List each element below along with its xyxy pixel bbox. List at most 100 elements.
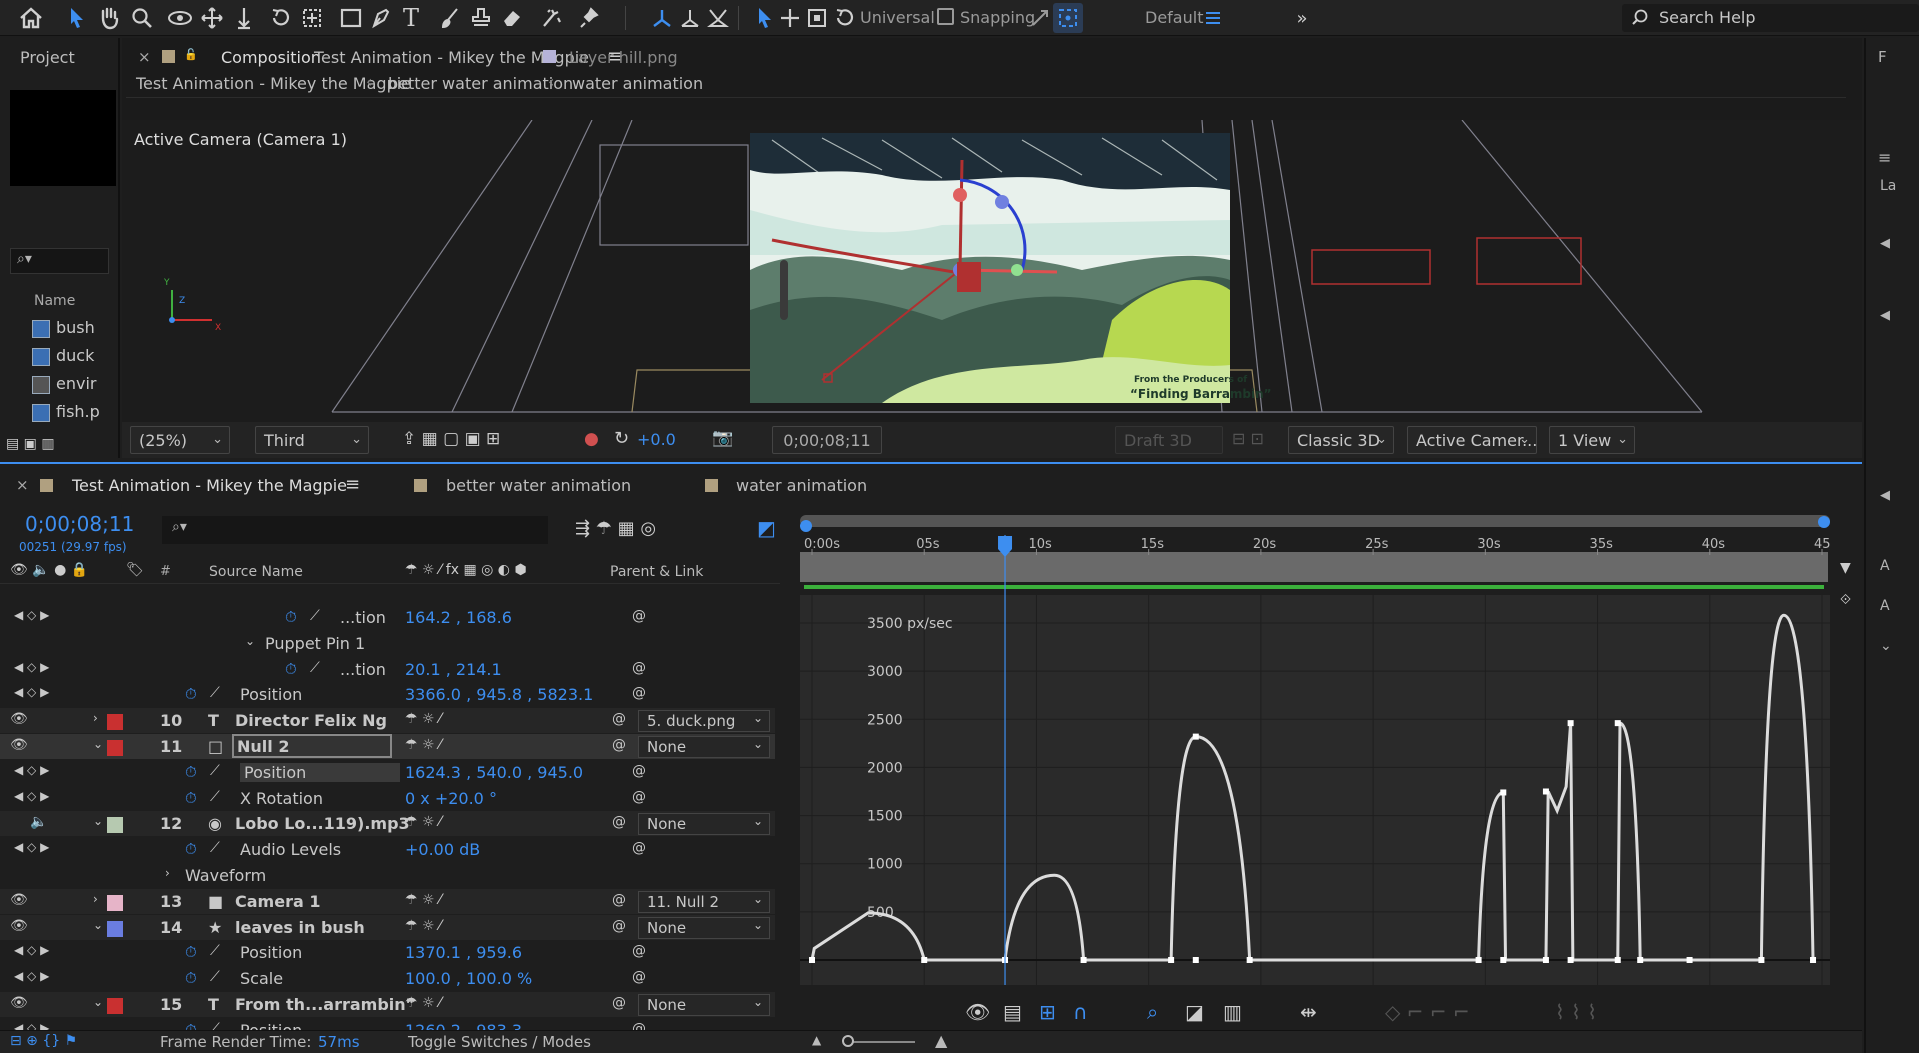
collapse-left-icon[interactable]: ◀ xyxy=(1880,488,1890,503)
property-group-row[interactable]: ⌄ Puppet Pin 1 xyxy=(0,631,775,656)
dolly-camera-icon[interactable] xyxy=(229,3,259,33)
layer-switch-icons[interactable]: ☂ ☼ ⁄ xyxy=(405,995,441,1011)
comp-viewer[interactable]: Active Camera (Camera 1) From the Produc… xyxy=(122,120,1862,422)
project-footer-icons[interactable]: ▤ ▣ ▥ xyxy=(6,436,116,456)
property-row[interactable]: ◀ ◇ ▶ ⏱ ⟋ X Rotation 0 x +20.0 ° @ xyxy=(0,786,775,811)
expression-icon[interactable]: @ xyxy=(632,685,646,701)
keyframe-interp-icons[interactable]: ◇ ⌐ ⌐ ⌐ xyxy=(1385,1000,1470,1024)
3d-move-icon[interactable] xyxy=(775,3,805,33)
property-value[interactable]: 1370.1 , 959.6 xyxy=(405,943,522,962)
zoom-dropdown[interactable]: (25%) ⌄ xyxy=(130,426,230,454)
project-search-input[interactable]: ⌕▾ xyxy=(10,248,109,274)
panel-menu-icon[interactable]: ≡ xyxy=(1878,148,1891,167)
hand-tool-icon[interactable] xyxy=(94,3,124,33)
eraser-tool-icon[interactable] xyxy=(497,3,527,33)
property-row[interactable]: ◀ ◇ ▶ ⏱ ⟋ Position 1624.3 , 540.0 , 945.0 @ xyxy=(0,760,775,785)
layer-name[interactable]: leaves in bush xyxy=(235,918,365,937)
fit-selection-icon[interactable]: ⌕ xyxy=(1147,1000,1158,1024)
chevron-down-icon[interactable]: ⌄ xyxy=(1880,638,1892,654)
rotation-tool-icon[interactable] xyxy=(266,3,296,33)
layer-name[interactable]: From th...arrambin" xyxy=(235,995,414,1014)
expression-icon[interactable]: @ xyxy=(632,660,646,676)
resolution-dropdown[interactable]: Third ⌄ xyxy=(255,426,369,454)
workspace-label[interactable]: Default xyxy=(1145,8,1203,27)
layer-switch-icons[interactable]: ☂ ☼ ⁄ xyxy=(405,814,441,830)
exposure-reset-icon[interactable]: ↻ xyxy=(614,428,629,449)
layer-switch-icons[interactable]: ☂ ☼ ⁄ fx ▦ ◎ ◐ ⬢ xyxy=(405,562,527,578)
snap-grid-icon[interactable] xyxy=(1053,3,1083,33)
keyframe-nav-icons[interactable]: ◀ ◇ ▶ xyxy=(14,660,49,674)
label-color-swatch[interactable] xyxy=(107,740,123,756)
visibility-eye-icon[interactable]: 👁 xyxy=(10,737,28,753)
world-axis-icon[interactable] xyxy=(675,3,705,33)
close-icon[interactable]: × xyxy=(138,48,151,66)
property-value[interactable]: 0 x +20.0 ° xyxy=(405,789,497,808)
lock-icon[interactable]: 🔓 xyxy=(184,48,198,61)
property-row[interactable]: ◀ ◇ ▶ ⏱ ⟋ Position 1370.1 , 959.6 @ xyxy=(0,940,775,965)
pickwhip-icon[interactable]: @ xyxy=(612,892,626,908)
graph-toggle-icon[interactable]: ⟋ xyxy=(210,763,220,779)
keyframe-nav-icons[interactable]: ◀ ◇ ▶ xyxy=(14,608,49,622)
zoom-slider[interactable] xyxy=(845,1041,915,1043)
layer-name[interactable]: Null 2 xyxy=(232,734,392,758)
name-column-header[interactable]: Name xyxy=(34,293,75,309)
property-row[interactable]: ◀ ◇ ▶ ⏱ ⟋ ...tion 20.1 , 214.1 @ xyxy=(0,657,775,682)
pan-camera-icon[interactable] xyxy=(197,3,227,33)
layer-switch-icons[interactable]: ☂ ☼ ⁄ xyxy=(405,918,441,934)
view-axis-icon[interactable] xyxy=(703,3,733,33)
keyframe-nav-icons[interactable]: ◀ ◇ ▶ xyxy=(14,1021,49,1030)
stopwatch-icon[interactable]: ⏱ xyxy=(285,608,297,626)
stopwatch-icon[interactable]: ⏱ xyxy=(285,660,297,678)
status-icons[interactable]: ⊟ ⊕ {} ⚑ xyxy=(10,1033,77,1049)
expression-icon[interactable]: @ xyxy=(632,1021,646,1030)
collapse-left-icon[interactable]: ◀ xyxy=(1880,308,1890,323)
expand-chevron-icon[interactable]: ⌄ xyxy=(245,634,255,648)
zoom-out-icon[interactable]: ▲ xyxy=(812,1033,821,1047)
expand-chevron-icon[interactable]: › xyxy=(165,866,170,880)
graph-toggle-icon[interactable]: ⟋ xyxy=(210,1021,220,1030)
layer-row[interactable]: 👁 ⌄ 15 T From th...arrambin" ☂ ☼ ⁄ @ None ⌄ xyxy=(0,992,775,1017)
property-value[interactable]: +0.00 dB xyxy=(405,840,480,859)
property-group-name[interactable]: Waveform xyxy=(185,866,266,885)
layer-list-scrollbar[interactable] xyxy=(780,260,788,320)
pen-tool-icon[interactable] xyxy=(366,3,396,33)
stopwatch-icon[interactable]: ⏱ xyxy=(185,763,197,781)
source-name-header[interactable]: Source Name xyxy=(209,564,303,580)
pickwhip-icon[interactable]: @ xyxy=(612,814,626,830)
num-column-header[interactable]: # xyxy=(160,564,171,579)
property-value[interactable]: 1260.2 , 983.3 xyxy=(405,1021,522,1030)
av-switch-icons[interactable]: 👁 🔈 ● 🔒 xyxy=(10,562,88,578)
label-color-swatch[interactable] xyxy=(107,817,123,834)
graph-toggle-icon[interactable]: ⟋ xyxy=(210,943,220,959)
project-tab[interactable]: Project xyxy=(20,48,75,67)
graph-type-icon[interactable]: ▤ xyxy=(1003,1000,1022,1024)
expand-chevron-icon[interactable]: ⌄ xyxy=(93,814,103,828)
3d-scale-icon[interactable] xyxy=(802,3,832,33)
property-row[interactable]: ◀ ◇ ▶ ⏱ ⟋ Position 3366.0 , 945.8 , 5823.1 @ xyxy=(0,682,775,707)
stopwatch-icon[interactable]: ⏱ xyxy=(185,969,197,987)
property-group-name[interactable]: Puppet Pin 1 xyxy=(265,634,365,653)
renderer-dropdown[interactable]: Classic 3D ⌄ xyxy=(1288,426,1394,454)
keyframe-nav-icons[interactable]: ◀ ◇ ▶ xyxy=(14,685,49,699)
pan-behind-icon[interactable] xyxy=(297,3,327,33)
graph-toggle-icon[interactable]: ⟋ xyxy=(210,969,220,985)
axis-mode-label[interactable]: Universal xyxy=(860,8,935,27)
property-row[interactable]: ◀ ◇ ▶ ⏱ ⟋ Audio Levels +0.00 dB @ xyxy=(0,837,775,862)
project-item[interactable]: envir xyxy=(30,374,120,398)
expand-chevron-icon[interactable]: › xyxy=(93,711,98,725)
graph-toggle-icon[interactable]: ⟋ xyxy=(310,608,320,624)
keyframe-nav-icons[interactable]: ◀ ◇ ▶ xyxy=(14,789,49,803)
panel-tab-edge[interactable]: A xyxy=(1880,598,1890,614)
timeline-tab[interactable]: water animation xyxy=(736,476,867,495)
3d-view-icons[interactable]: ⊟ ⊡ xyxy=(1232,429,1264,448)
panel-tab-edge[interactable]: F xyxy=(1878,48,1887,66)
snap-edge-icon[interactable] xyxy=(1025,3,1055,33)
timeline-tab[interactable]: better water animation xyxy=(446,476,631,495)
visibility-eye-icon[interactable]: 👁 xyxy=(10,918,28,934)
parent-dropdown[interactable]: None ⌄ xyxy=(638,736,770,758)
expression-icon[interactable]: @ xyxy=(632,789,646,805)
property-group-row[interactable]: › Waveform xyxy=(0,863,775,888)
edit-keyframes-icon[interactable]: ⇹ xyxy=(1300,1000,1317,1024)
timeline-tab-active[interactable]: Test Animation - Mikey the Magpie xyxy=(72,476,347,495)
puppet-pin-icon[interactable] xyxy=(574,3,604,33)
